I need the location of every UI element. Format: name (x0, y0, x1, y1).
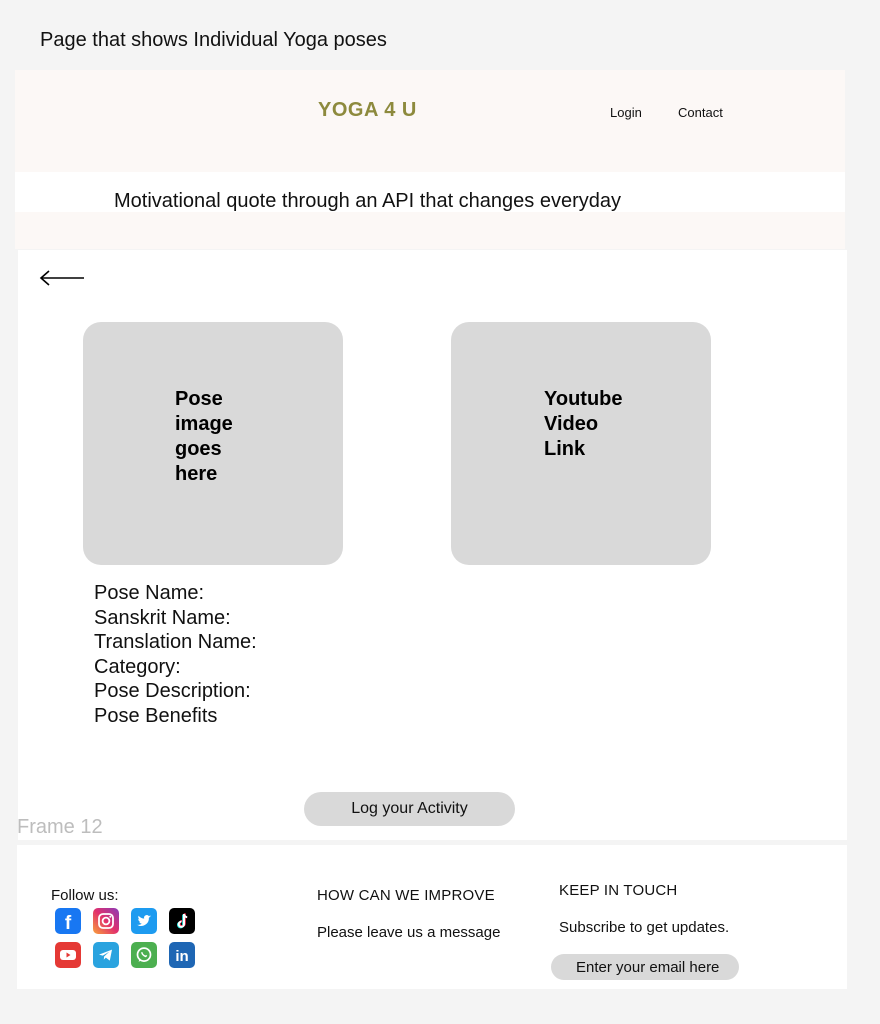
keep-in-touch-heading: KEEP IN TOUCH (559, 882, 678, 899)
telegram-icon[interactable] (93, 942, 119, 968)
nav-contact-link[interactable]: Contact (678, 105, 723, 120)
sanskrit-name-label: Sanskrit Name: (94, 606, 231, 629)
site-header: YOGA 4 U Login Contact (15, 70, 845, 172)
pose-details: Pose Name: Sanskrit Name: Translation Na… (94, 581, 257, 729)
pose-detail-panel: Pose image goes here Youtube Video Link … (18, 250, 847, 840)
instagram-icon[interactable] (93, 908, 119, 934)
brand-logo[interactable]: YOGA 4 U (318, 99, 417, 122)
improve-heading: HOW CAN WE IMPROVE (317, 887, 495, 904)
nav-login-link[interactable]: Login (610, 105, 642, 120)
whatsapp-icon[interactable] (131, 942, 157, 968)
linkedin-icon[interactable]: in (169, 942, 195, 968)
pose-description-label: Pose Description: (94, 680, 251, 703)
svg-text:in: in (175, 948, 188, 965)
facebook-icon[interactable]: f (55, 908, 81, 934)
subscribe-text: Subscribe to get updates. (559, 919, 730, 936)
leave-message-link[interactable]: Please leave us a message (317, 924, 500, 941)
pose-name-label: Pose Name: (94, 582, 205, 604)
category-label: Category: (94, 655, 181, 678)
back-arrow-icon[interactable] (38, 266, 86, 290)
motivational-quote: Motivational quote through an API that c… (114, 190, 622, 212)
email-subscribe-input[interactable] (551, 954, 739, 980)
twitter-icon[interactable] (131, 908, 157, 934)
pose-image-label: Pose image goes here (175, 388, 233, 485)
youtube-video-link[interactable]: Youtube Video Link (451, 322, 711, 565)
pose-benefits-label: Pose Benefits (94, 704, 218, 727)
quote-band-lower (15, 212, 845, 249)
tiktok-icon[interactable] (169, 908, 195, 934)
site-footer: Follow us: f in HOW CAN WE IMPROVE Pleas… (17, 845, 847, 989)
svg-text:f: f (65, 913, 72, 934)
follow-us-label: Follow us: (51, 887, 119, 904)
youtube-icon[interactable] (55, 942, 81, 968)
translation-name-label: Translation Name: (94, 631, 257, 654)
youtube-video-label: Youtube Video Link (544, 388, 623, 460)
pose-image-placeholder: Pose image goes here (83, 322, 343, 565)
log-activity-button[interactable]: Log your Activity (304, 792, 515, 826)
page-caption: Page that shows Individual Yoga poses (40, 29, 387, 51)
frame-label: Frame 12 (17, 816, 103, 838)
